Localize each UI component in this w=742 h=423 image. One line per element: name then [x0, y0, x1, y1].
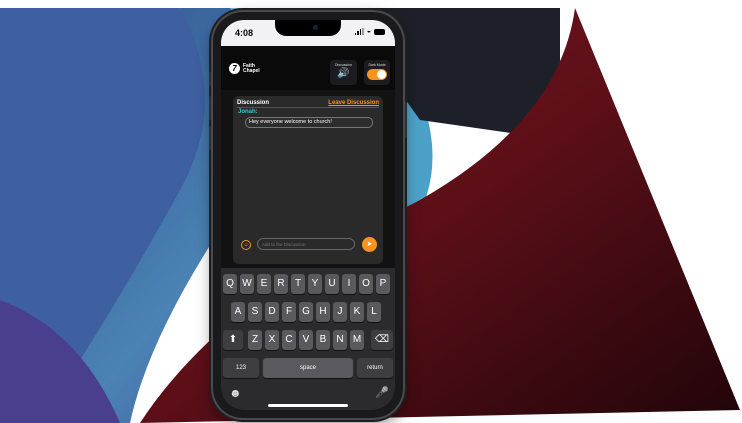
faith-chapel-logo[interactable]: 7 Faith Chapel: [229, 63, 260, 74]
logo-mark-icon: 7: [229, 63, 240, 74]
key-k[interactable]: K: [350, 302, 364, 322]
key-q[interactable]: Q: [223, 274, 237, 294]
key-c[interactable]: C: [282, 330, 296, 350]
status-icons: ◒: [354, 28, 385, 35]
message-text: Hey everyone welcome to church!: [249, 119, 332, 125]
backspace-icon: ⌫: [374, 334, 390, 345]
discussion-header: Discussion Leave Discussion: [237, 100, 379, 108]
key-z[interactable]: Z: [248, 330, 262, 350]
toggle-knob: [377, 70, 386, 79]
key-v[interactable]: V: [299, 330, 313, 350]
message-bubble: Hey everyone welcome to church!: [245, 117, 373, 128]
return-key[interactable]: return: [357, 358, 393, 378]
key-p[interactable]: P: [376, 274, 390, 294]
discussion-button-label: Discussion: [335, 63, 352, 67]
numbers-key[interactable]: 123: [223, 358, 259, 378]
key-s[interactable]: S: [248, 302, 262, 322]
microphone-icon[interactable]: 🎤: [375, 386, 389, 399]
key-o[interactable]: O: [359, 274, 373, 294]
delete-key[interactable]: ⌫: [371, 330, 393, 350]
key-l[interactable]: L: [367, 302, 381, 322]
key-a[interactable]: A: [231, 302, 245, 322]
key-u[interactable]: U: [325, 274, 339, 294]
key-e[interactable]: E: [257, 274, 271, 294]
discussion-card: Discussion Leave Discussion Jonah: Hey e…: [233, 96, 383, 264]
mute-switch: [209, 72, 211, 86]
key-x[interactable]: X: [265, 330, 279, 350]
dark-mode-control: Dark Mode: [364, 60, 390, 85]
emoji-icon[interactable]: ☺: [241, 240, 251, 250]
keyboard-row-4: 123 space return: [221, 358, 395, 378]
key-t[interactable]: T: [291, 274, 305, 294]
home-indicator[interactable]: [268, 404, 348, 407]
status-time: 4:08: [235, 28, 254, 38]
shift-key[interactable]: ⬆: [223, 330, 243, 350]
volume-up-button: [209, 96, 211, 120]
discussion-audio-button[interactable]: Discussion 🔊: [330, 60, 357, 85]
app-header: 7 Faith Chapel Discussion 🔊 Dark Mode: [221, 46, 395, 90]
on-screen-keyboard: Q W E R T Y U I O P A S D F G H J K L ⬆ …: [221, 268, 395, 410]
battery-icon: [374, 28, 385, 35]
key-n[interactable]: N: [333, 330, 347, 350]
desktop-stage: 4:08 ◒ 7 Faith Chapel Discussion 🔊 Dark …: [0, 0, 742, 423]
message-author: Jonah:: [238, 109, 258, 115]
app-content: Discussion Leave Discussion Jonah: Hey e…: [221, 90, 395, 268]
key-w[interactable]: W: [240, 274, 254, 294]
send-button[interactable]: ➤: [362, 237, 377, 252]
key-y[interactable]: Y: [308, 274, 322, 294]
key-g[interactable]: G: [299, 302, 313, 322]
keyboard-row-1: Q W E R T Y U I O P: [221, 274, 395, 294]
notch: [275, 20, 341, 36]
space-key[interactable]: space: [263, 358, 353, 378]
logo-line2: Chapel: [243, 67, 260, 74]
dark-mode-toggle[interactable]: [367, 69, 387, 80]
dark-mode-label: Dark Mode: [368, 63, 386, 67]
phone-mockup: 4:08 ◒ 7 Faith Chapel Discussion 🔊 Dark …: [209, 12, 407, 418]
key-m[interactable]: M: [350, 330, 364, 350]
key-i[interactable]: I: [342, 274, 356, 294]
key-j[interactable]: J: [333, 302, 347, 322]
signal-icon: [354, 28, 364, 35]
discussion-input[interactable]: [257, 238, 355, 250]
key-h[interactable]: H: [316, 302, 330, 322]
keyboard-row-3: ⬆ Z X C V B N M ⌫: [221, 330, 395, 350]
message-composer: ☺ ➤: [237, 237, 379, 253]
emoji-keyboard-icon[interactable]: ☻: [229, 386, 242, 400]
phone-screen: 4:08 ◒ 7 Faith Chapel Discussion 🔊 Dark …: [221, 20, 395, 410]
volume-down-button: [209, 126, 211, 150]
speaker-icon: 🔊: [337, 68, 350, 79]
shift-icon: ⬆: [228, 334, 238, 345]
keyboard-row-2: A S D F G H J K L: [221, 302, 395, 322]
power-button: [405, 102, 407, 138]
camera-icon: [313, 25, 318, 30]
discussion-title: Discussion: [237, 100, 270, 106]
leave-discussion-link[interactable]: Leave Discussion: [328, 100, 379, 106]
key-r[interactable]: R: [274, 274, 288, 294]
key-b[interactable]: B: [316, 330, 330, 350]
key-d[interactable]: D: [265, 302, 279, 322]
wifi-icon: ◒: [366, 28, 371, 35]
key-f[interactable]: F: [282, 302, 296, 322]
